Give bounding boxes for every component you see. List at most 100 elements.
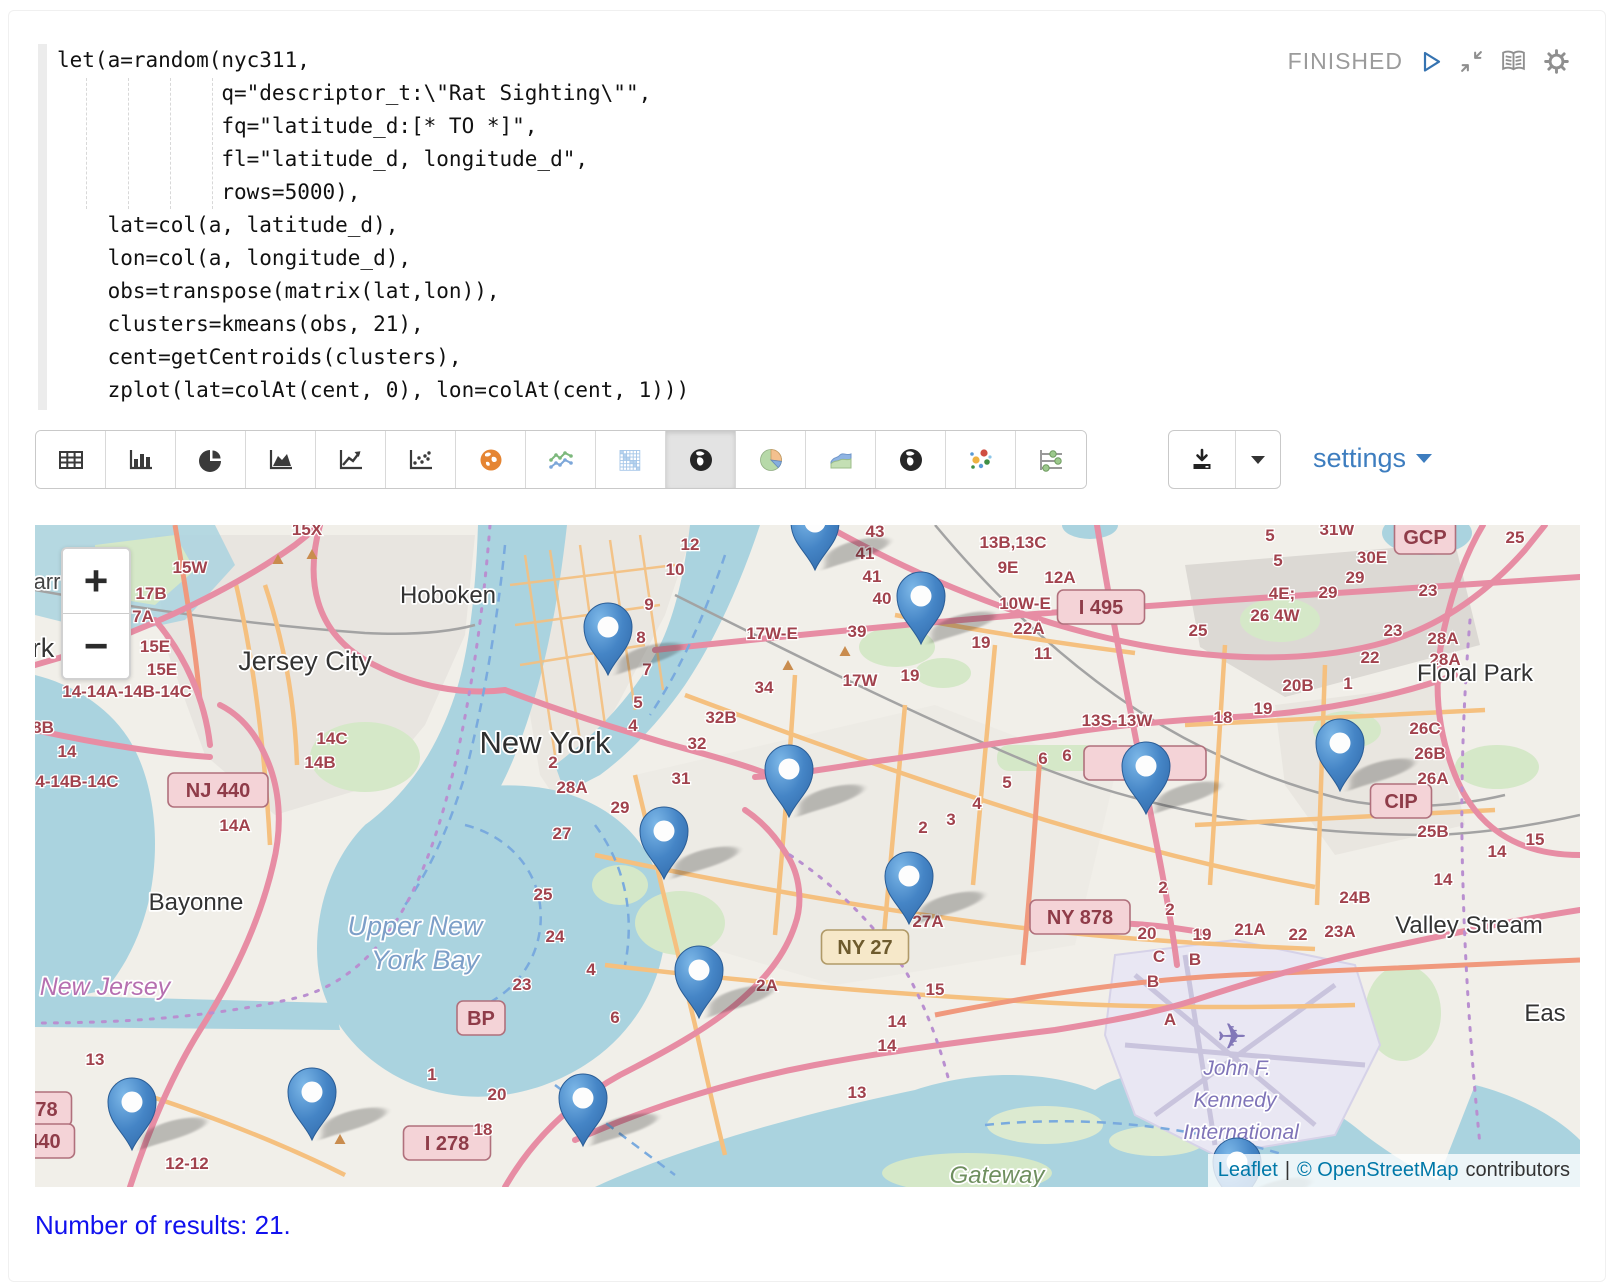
map-place-label: Kennedy [1194,1089,1278,1112]
road-number-label: 17B [135,584,166,603]
road-number-label: 29 [611,798,630,817]
svg-text:278: 278 [35,1099,58,1121]
road-number-label: 21A [1234,920,1265,939]
road-shield: GCP [1395,525,1456,554]
book-icon[interactable] [1499,48,1528,75]
area-chart-colored-button[interactable] [806,431,876,488]
airplane-icon: ✈ [1217,1016,1247,1057]
area-chart-button[interactable] [246,431,316,488]
road-number-label: 24 [546,927,565,946]
road-number-label: 15 [926,980,945,999]
road-number-label: 4-14B-14C [35,772,118,791]
attribution-separator: | [1285,1159,1290,1182]
road-number-label: 26B [1414,744,1445,763]
road-number-label: 6 [1038,749,1047,768]
map-place-label: Gateway [950,1162,1047,1187]
settings-toggle[interactable]: settings [1313,430,1433,487]
area-icon [267,447,295,473]
road-number-label: 14C [316,729,347,748]
road-number-label: 15X [292,525,323,539]
road-number-label: 25 [1189,621,1208,640]
map-place-label: Floral Park [1417,660,1534,687]
display-toolbar: settings [35,430,1580,487]
road-number-label: 19 [1254,699,1273,718]
road-number-label: 27 [553,824,572,843]
road-number-label: 13 [86,1050,105,1069]
map-place-label: Valley Stream [1395,912,1543,939]
gear-icon[interactable] [1543,48,1570,75]
table-button[interactable] [36,431,106,488]
globe-black-icon [897,447,925,473]
road-number-label: 19 [972,633,991,652]
road-number-label: 1 [427,1065,436,1084]
map-place-label: Upper New [347,911,484,941]
map-canvas[interactable]: ✈ [35,525,1580,1187]
settings-label: settings [1313,443,1406,474]
road-number-label: 41 [863,567,882,586]
road-number-label: 14B [304,753,335,772]
globe-map-2-button[interactable] [876,431,946,488]
road-number-label: 13B,13C [979,533,1046,552]
map-place-label: Jersey City [238,646,372,676]
road-number-label: 22 [1361,648,1380,667]
download-caret-button[interactable] [1236,431,1280,488]
road-number-label: 39 [848,622,867,641]
road-number-label: 7A [132,607,154,626]
road-number-label: 8 [636,628,645,647]
sliders-button[interactable] [1016,431,1086,488]
road-number-label: 31 [672,769,691,788]
leaflet-map-button[interactable] [666,431,736,488]
road-number-label: 25 [1506,528,1525,547]
leaflet-map[interactable]: ✈ [35,525,1580,1187]
zeppelin-paragraph: FINISHED [0,0,1614,1284]
scatter-icon [407,447,435,473]
bubble-chart-button[interactable] [946,431,1016,488]
zoom-out-button[interactable]: − [63,614,129,678]
paragraph-status-row: FINISHED [1288,48,1570,75]
download-button[interactable] [1169,431,1236,488]
road-shield: CIP [1371,784,1432,818]
code-text[interactable]: let(a=random(nyc311, q="descriptor_t:\"R… [57,44,689,407]
pie-chart-button[interactable] [176,431,246,488]
openstreetmap-link[interactable]: © OpenStreetMap [1297,1159,1458,1182]
run-icon[interactable] [1418,49,1444,75]
collapse-icon[interactable] [1459,49,1484,74]
road-number-label: 5 [1273,551,1282,570]
editor-gutter [38,44,47,410]
road-number-label: 4 [972,794,982,813]
result-count-text: Number of results: 21. [35,1210,291,1241]
map-place-label: John F. [1202,1057,1270,1080]
road-number-label: 30E [1357,548,1387,567]
pie-chart-colored-button[interactable] [736,431,806,488]
status-badge: FINISHED [1288,48,1403,75]
multi-line-chart-button[interactable] [526,431,596,488]
svg-text:BP: BP [467,1008,495,1030]
globe-map-button[interactable] [456,431,526,488]
road-number-label: 20 [488,1085,507,1104]
pie-colored-icon [757,447,785,473]
globe-black-icon [687,447,715,473]
road-number-label: 2 [1165,900,1174,919]
map-zoom-control: + − [61,547,131,680]
road-number-label: 10 [666,560,685,579]
bar-chart-button[interactable] [106,431,176,488]
road-number-label: 5 [1002,773,1011,792]
line-chart-button[interactable] [316,431,386,488]
road-number-label: 13 [848,1083,867,1102]
road-number-label: 4 [628,716,638,735]
road-number-label: 2 [1158,878,1167,897]
svg-text:NY 27: NY 27 [837,937,892,959]
zoom-in-button[interactable]: + [63,549,129,614]
svg-text:GCP: GCP [1403,527,1446,549]
road-number-label: 17W [843,671,879,690]
heatmap-button[interactable] [596,431,666,488]
leaflet-link[interactable]: Leaflet [1218,1159,1278,1182]
chart-type-group [35,430,1087,489]
road-number-label: 28A [1427,629,1458,648]
road-number-label: 19 [901,666,920,685]
road-number-label: 14 [888,1012,907,1031]
code-editor[interactable]: let(a=random(nyc311, q="descriptor_t:\"R… [35,44,1195,410]
scatter-chart-button[interactable] [386,431,456,488]
svg-text:NJ 440: NJ 440 [186,780,251,802]
svg-text:I 278: I 278 [425,1133,469,1155]
